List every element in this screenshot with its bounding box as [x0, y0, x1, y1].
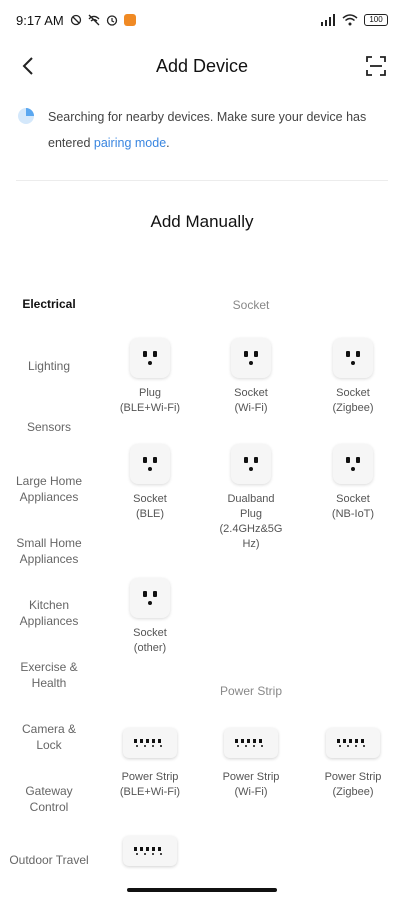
device-card[interactable]: Socket (Wi-Fi) [206, 338, 296, 416]
power-strip-icon [123, 836, 177, 866]
device-sub: (BLE+Wi-Fi) [119, 786, 181, 798]
data-saver-icon [70, 14, 82, 26]
device-card[interactable]: Socket (other) [105, 578, 195, 656]
power-strip-icon [224, 728, 278, 758]
device-sub: (Wi-Fi) [234, 402, 268, 414]
notice-suffix: . [166, 136, 170, 150]
sidebar-item-electrical[interactable]: Electrical [0, 296, 98, 312]
page-title: Add Device [155, 55, 249, 76]
device-sub: (2.4GHz&5G Hz) [219, 523, 283, 550]
wifi-icon [342, 14, 358, 26]
scan-icon [366, 56, 386, 76]
app-badge-icon [123, 14, 136, 26]
device-name: Socket [234, 387, 268, 399]
device-name: Socket [336, 387, 370, 399]
alarm-icon [106, 14, 118, 26]
power-strip-icon [123, 728, 177, 758]
device-label: Socket (Wi-Fi) [206, 386, 296, 416]
group-header-power-strip: Power Strip [219, 684, 283, 698]
socket-icon [130, 338, 170, 378]
device-sub: (other) [133, 642, 167, 654]
divider [16, 180, 388, 181]
device-card[interactable]: Dualband Plug (2.4GHz&5G Hz) [206, 444, 296, 552]
device-name: Socket [133, 493, 167, 505]
chevron-left-icon [22, 57, 33, 75]
device-label: Socket (BLE) [105, 492, 195, 522]
searching-icon [18, 108, 34, 124]
device-label: Socket (other) [105, 626, 195, 656]
battery-icon: 100 [364, 14, 388, 26]
device-name: Power Strip [121, 771, 179, 783]
device-sub: (Zigbee) [332, 786, 374, 798]
section-title: Add Manually [150, 212, 254, 231]
device-label: Power Strip (Wi-Fi) [206, 770, 296, 800]
sidebar-item-sensors[interactable]: Sensors [0, 419, 98, 435]
sidebar-item-lighting[interactable]: Lighting [0, 358, 98, 374]
home-indicator[interactable] [127, 888, 277, 892]
device-label: Plug (BLE+Wi-Fi) [105, 386, 195, 416]
socket-icon [130, 444, 170, 484]
sidebar-item-kitchen-appliances[interactable]: Kitchen Appliances [0, 597, 98, 629]
socket-icon [333, 338, 373, 378]
device-name: Socket [133, 627, 167, 639]
device-name: Power Strip [324, 771, 382, 783]
group-header-socket: Socket [232, 298, 270, 312]
device-label: Power Strip (BLE+Wi-Fi) [105, 770, 195, 800]
scan-button[interactable] [362, 52, 390, 80]
device-label: Socket (Zigbee) [308, 386, 398, 416]
device-sub: (BLE) [135, 508, 165, 520]
sidebar-item-large-home-appliances[interactable]: Large Home Appliances [0, 473, 98, 505]
header: Add Device [0, 44, 404, 88]
signal-icon [320, 14, 336, 26]
device-sub: (NB-IoT) [331, 508, 375, 520]
device-card[interactable]: Socket (Zigbee) [308, 338, 398, 416]
device-card[interactable]: Socket (NB-IoT) [308, 444, 398, 522]
socket-icon [130, 578, 170, 618]
device-card[interactable]: Power Strip (BLE+Wi-Fi) [105, 728, 195, 800]
search-notice: Searching for nearby devices. Make sure … [16, 104, 388, 156]
device-name: Power Strip [222, 771, 280, 783]
device-card[interactable]: Power Strip (Zigbee) [308, 728, 398, 800]
sidebar-item-gateway-control[interactable]: Gateway Control [0, 783, 98, 815]
device-sub: (BLE+Wi-Fi) [119, 402, 181, 414]
socket-icon [231, 444, 271, 484]
sidebar-item-outdoor-travel[interactable]: Outdoor Travel [0, 852, 98, 868]
wifi-off-icon [88, 14, 100, 26]
sidebar-item-camera-lock[interactable]: Camera & Lock [0, 721, 98, 753]
pairing-mode-link[interactable]: pairing mode [94, 136, 166, 150]
notice-text: Searching for nearby devices. Make sure … [48, 104, 388, 156]
device-card[interactable]: Plug (BLE+Wi-Fi) [105, 338, 195, 416]
device-card[interactable]: Power Strip (Wi-Fi) [206, 728, 296, 800]
device-card[interactable]: Socket (BLE) [105, 444, 195, 522]
device-label: Dualband Plug (2.4GHz&5G Hz) [206, 492, 296, 552]
device-name: Dualband Plug [227, 493, 275, 520]
status-bar: 9:17 AM 100 [0, 0, 404, 40]
socket-icon [231, 338, 271, 378]
bottom-fade [0, 870, 404, 900]
device-name: Plug [138, 387, 162, 399]
device-sub: (Zigbee) [332, 402, 374, 414]
back-button[interactable] [14, 52, 42, 80]
sidebar-item-small-home-appliances[interactable]: Small Home Appliances [0, 535, 98, 567]
sidebar-item-exercise-health[interactable]: Exercise & Health [0, 659, 98, 691]
device-label: Socket (NB-IoT) [308, 492, 398, 522]
device-label: Power Strip (Zigbee) [308, 770, 398, 800]
power-strip-icon [326, 728, 380, 758]
device-card-partial[interactable] [105, 836, 195, 866]
device-name: Socket [336, 493, 370, 505]
device-sub: (Wi-Fi) [234, 786, 268, 798]
socket-icon [333, 444, 373, 484]
status-time: 9:17 AM [16, 12, 64, 28]
